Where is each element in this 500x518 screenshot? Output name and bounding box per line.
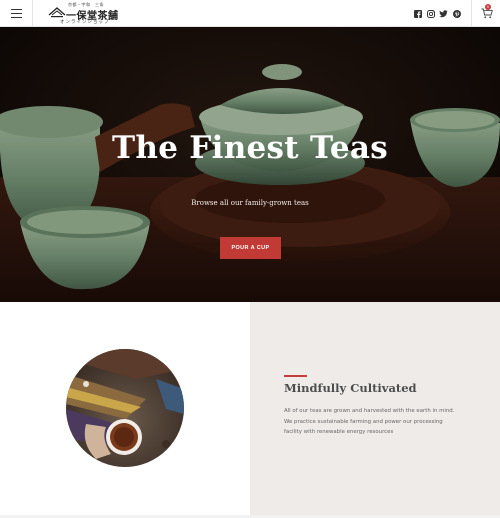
menu-line [10,9,22,10]
menu-line [10,13,22,14]
hero-banner: The Finest Teas Browse all our family-gr… [0,27,500,302]
hero-subtitle: Browse all our family-grown teas [191,199,309,207]
feature-title: Mindfully Cultivated [284,381,417,395]
pour-a-cup-button[interactable]: POUR A CUP [220,237,281,259]
feature-accent-line [284,375,307,377]
logo-mark-icon [48,7,66,18]
cart-button[interactable]: 0 [471,0,500,27]
instagram-icon[interactable] [426,9,435,18]
logo-subtitle-text: オンラインショップ [60,20,110,25]
tea-cup-photo-image [66,349,184,467]
site-header: 京都・宇和 三条 一保堂茶舗 オンラインショップ 0 [0,0,500,27]
menu-line [10,17,22,18]
feature-tea-cup-photo [66,349,184,467]
site-logo[interactable]: 京都・宇和 三条 一保堂茶舗 オンラインショップ [46,2,126,25]
twitter-icon[interactable] [439,9,448,18]
feature-description: All of our teas are grown and harvested … [284,408,455,435]
social-links [413,9,461,18]
hero-title: The Finest Teas [111,130,388,166]
pinterest-icon[interactable] [452,9,461,18]
facebook-icon[interactable] [413,9,422,18]
cart-count-badge: 0 [485,4,491,10]
hamburger-menu-button[interactable] [0,0,33,27]
